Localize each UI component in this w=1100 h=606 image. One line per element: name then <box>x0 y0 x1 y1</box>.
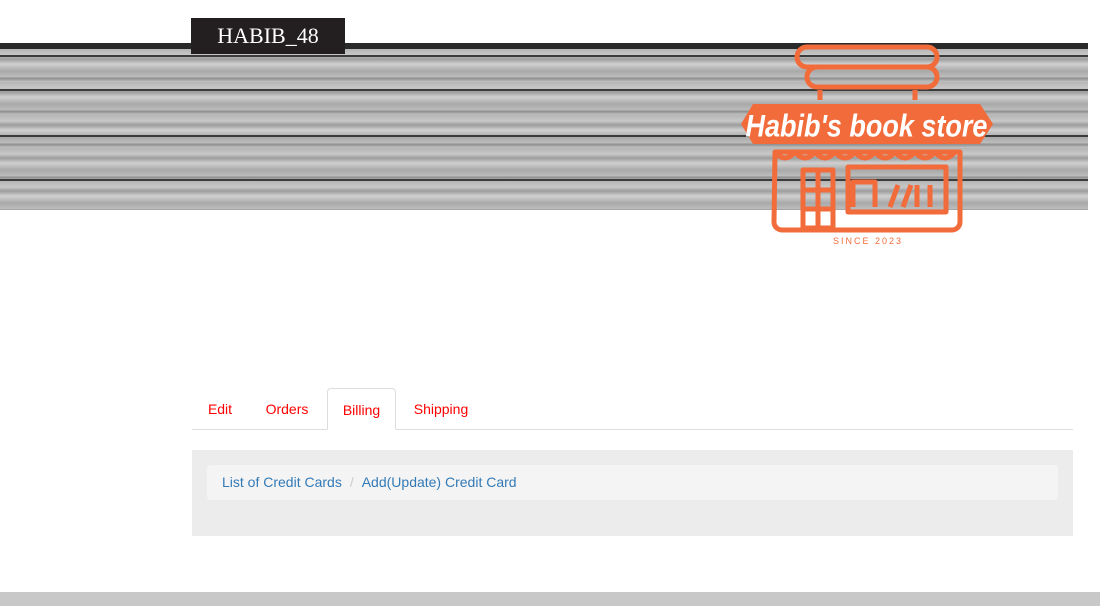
footer-bar <box>0 592 1100 606</box>
store-logo: Habib's book store SINCE 2023 <box>741 44 993 246</box>
logo-since: SINCE 2023 <box>833 236 903 246</box>
tab-shipping[interactable]: Shipping <box>404 388 478 429</box>
logo-title: Habib's book store <box>745 109 987 144</box>
breadcrumb-list-credit-cards[interactable]: List of Credit Cards <box>222 474 342 490</box>
breadcrumb-separator: / <box>349 474 354 490</box>
billing-panel: List of Credit Cards / Add(Update) Credit … <box>192 450 1073 536</box>
account-tabs: Edit Orders Billing Shipping <box>192 388 1073 430</box>
breadcrumb-add-update-credit-card[interactable]: Add(Update) Credit Card <box>362 474 517 490</box>
tab-billing[interactable]: Billing <box>327 388 396 430</box>
tab-orders[interactable]: Orders <box>252 388 322 429</box>
tab-edit[interactable]: Edit <box>192 388 248 429</box>
breadcrumb: List of Credit Cards / Add(Update) Credit … <box>207 465 1058 500</box>
username-label: HABIB_48 <box>191 18 345 54</box>
